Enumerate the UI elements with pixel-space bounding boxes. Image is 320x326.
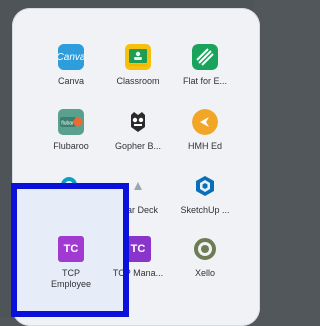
app-tile-xello[interactable]: Xello (170, 230, 240, 300)
app-label-line1: TCP (62, 268, 80, 278)
app-tile-hmh-ed[interactable]: HMH Ed (170, 103, 240, 173)
app-tile-sketchup[interactable]: SketchUp ... (170, 167, 240, 237)
app-tile-tcp-manager[interactable]: TC TCP Mana... (103, 230, 173, 300)
tcp-manager-icon: TC (125, 236, 151, 262)
flubaroo-icon: flubar (58, 109, 84, 135)
tcp-employee-icon-text: TC (63, 243, 79, 255)
app-tile-gopher-buddy[interactable]: Gopher B... (103, 103, 173, 173)
app-tile-flat-for-education[interactable]: Flat for E... (170, 38, 240, 108)
app-label: Flat for E... (182, 76, 227, 86)
app-label: Flubaroo (53, 141, 89, 151)
flat-for-education-icon (192, 44, 218, 70)
app-label: Classroom (116, 76, 160, 86)
app-tile-tcp-employee[interactable]: TC TCP Employee (36, 230, 106, 300)
app-label: SketchUp ... (180, 205, 230, 215)
app-label-line2: Employee (50, 279, 92, 289)
svg-text:flubar: flubar (61, 121, 74, 127)
svg-text:Canva: Canva (58, 52, 84, 63)
app-tile-canva[interactable]: Canva Canva (36, 38, 106, 108)
app-label: Xello (194, 268, 215, 278)
app-tile-classroom[interactable]: Classroom (103, 38, 173, 108)
app-label: HMH Ed (187, 141, 222, 151)
app-tile-flubaroo[interactable]: flubar Flubaroo (36, 103, 106, 173)
app-label: TCP Mana... (112, 268, 164, 278)
sketchup-icon (192, 173, 218, 199)
app-label: Canva (57, 76, 84, 86)
hmh-ed-icon (192, 109, 218, 135)
deck-icon (125, 173, 151, 199)
tcp-employee-icon: TC (58, 236, 84, 262)
classroom-icon (125, 44, 151, 70)
gopher-buddy-icon (125, 109, 151, 135)
xello-icon (192, 236, 218, 262)
tcp-manager-icon-text: TC (130, 243, 146, 255)
app-label: Gopher B... (114, 141, 162, 151)
canva-icon: Canva (58, 44, 84, 70)
app-label: ar Deck (127, 205, 159, 215)
